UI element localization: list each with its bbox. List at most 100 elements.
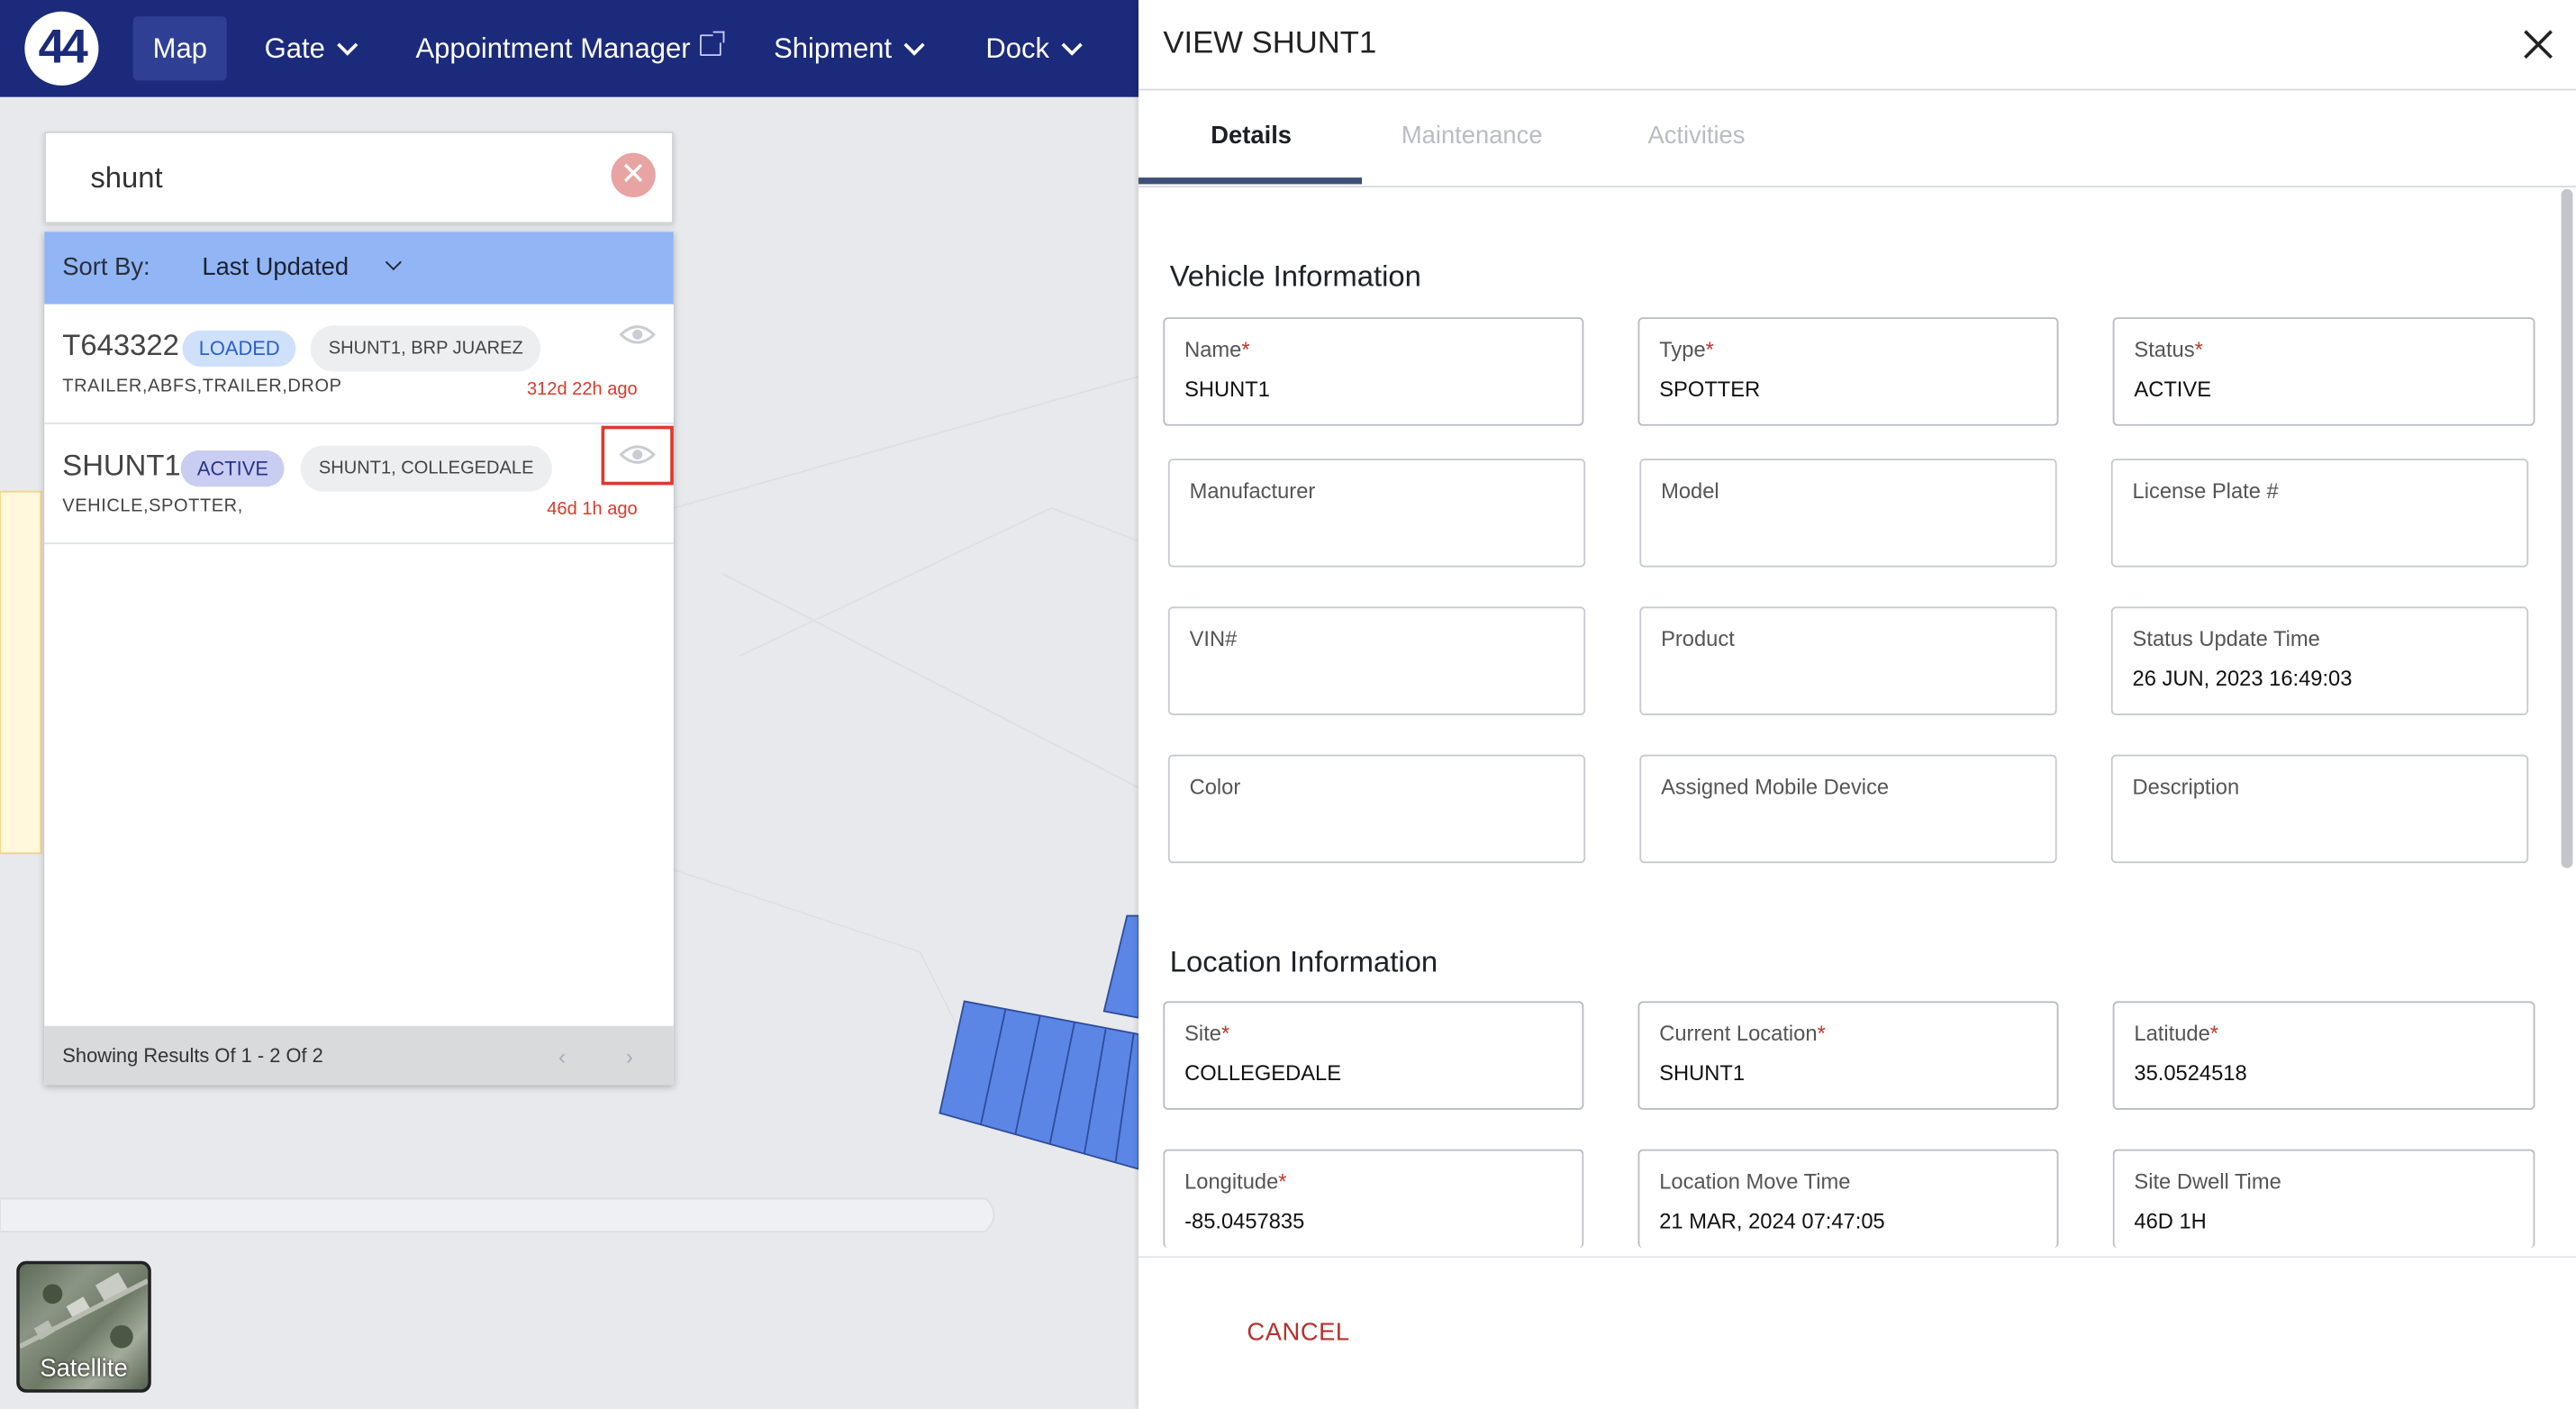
tab-maintenance[interactable]: Maintenance <box>1401 122 1543 150</box>
result-row[interactable]: SHUNT1 ACTIVE SHUNT1, COLLEGEDALE VEHICL… <box>44 424 674 545</box>
next-page-button[interactable]: › <box>626 1044 633 1068</box>
divider <box>1138 1256 2576 1259</box>
sort-bar: Sort By: Last Updated <box>44 232 674 305</box>
satellite-label: Satellite <box>40 1354 128 1383</box>
close-icon: ✕ <box>620 158 647 193</box>
description-field[interactable]: Description <box>2110 754 2529 864</box>
tab-activities[interactable]: Activities <box>1647 122 1745 150</box>
status-field[interactable]: Status* ACTIVE <box>2112 317 2535 426</box>
color-field[interactable]: Color <box>1167 754 1586 864</box>
result-row[interactable]: T643322 LOADED SHUNT1, BRP JUAREZ TRAILE… <box>44 305 674 424</box>
close-icon[interactable] <box>2520 26 2556 62</box>
result-tags: TRAILER,ABFS,TRAILER,DROP <box>62 376 342 396</box>
field-label: Status* <box>2134 337 2203 362</box>
nav-shipment[interactable]: Shipment <box>774 16 925 80</box>
assigned-mobile-device-field[interactable]: Assigned Mobile Device <box>1639 754 2057 864</box>
nav-shipment-label: Shipment <box>774 32 893 65</box>
prev-page-button[interactable]: ‹ <box>558 1044 566 1068</box>
status-badge: LOADED <box>182 330 296 367</box>
field-label: Longitude* <box>1184 1168 1287 1194</box>
tab-details[interactable]: Details <box>1211 122 1292 150</box>
field-value[interactable]: 26 JUN, 2023 16:49:03 <box>2133 666 2353 690</box>
field-value[interactable]: SHUNT1 <box>1659 1060 1745 1085</box>
nav-dock-label: Dock <box>985 32 1050 65</box>
type-field[interactable]: Type* SPOTTER <box>1637 317 2059 426</box>
cancel-button[interactable]: CANCEL <box>1247 1319 1349 1347</box>
nav-dock[interactable]: Dock <box>985 16 1083 80</box>
result-age: 312d 22h ago <box>526 379 638 400</box>
clear-search-button[interactable]: ✕ <box>611 152 656 197</box>
field-value[interactable]: 35.0524518 <box>2134 1060 2246 1085</box>
field-label: Type* <box>1659 337 1714 362</box>
search-query[interactable]: shunt <box>90 161 162 195</box>
field-value[interactable]: SHUNT1 <box>1184 377 1270 401</box>
manufacturer-field[interactable]: Manufacturer <box>1167 459 1586 568</box>
field-value[interactable]: ACTIVE <box>2134 377 2211 401</box>
model-field[interactable]: Model <box>1639 459 2057 568</box>
field-label: Site* <box>1184 1021 1230 1046</box>
field-label: Manufacturer <box>1189 478 1316 504</box>
field-label: Latitude* <box>2134 1021 2218 1046</box>
chevron-down-icon <box>336 34 358 56</box>
eye-icon[interactable] <box>619 442 656 467</box>
result-tags: VEHICLE,SPOTTER, <box>62 496 243 517</box>
field-label: Site Dwell Time <box>2134 1168 2281 1194</box>
chevron-down-icon <box>903 34 925 56</box>
field-value[interactable]: -85.0457835 <box>1184 1208 1304 1232</box>
nav-gate-label: Gate <box>264 32 325 65</box>
satellite-toggle[interactable]: Satellite <box>16 1260 151 1393</box>
status-badge: ACTIVE <box>180 450 286 487</box>
product-field[interactable]: Product <box>1639 606 2057 715</box>
nav-appointment-manager[interactable]: Appointment Manager <box>415 16 725 80</box>
nav-map[interactable]: Map <box>132 16 227 81</box>
sort-dropdown[interactable]: Last Updated <box>202 253 349 281</box>
field-label: Model <box>1661 478 1719 504</box>
nav-map-label: Map <box>152 32 207 65</box>
result-code: SHUNT1 <box>62 449 181 482</box>
search-input[interactable]: shunt ✕ <box>44 132 674 224</box>
license-plate-field[interactable]: License Plate # <box>2110 459 2529 568</box>
field-value[interactable]: 46D 1H <box>2134 1208 2206 1232</box>
tab-indicator <box>1138 177 1363 185</box>
location-move-time-field[interactable]: Location Move Time 21 MAR, 2024 07:47:05 <box>1637 1149 2059 1249</box>
location-chip: SHUNT1, BRP JUAREZ <box>310 325 541 372</box>
current-location-field[interactable]: Current Location* SHUNT1 <box>1637 1001 2059 1110</box>
site-dwell-time-field[interactable]: Site Dwell Time 46D 1H <box>2112 1149 2535 1249</box>
field-value[interactable]: 21 MAR, 2024 07:47:05 <box>1659 1208 1884 1232</box>
app-logo[interactable]: 44 <box>24 11 99 86</box>
chevron-down-icon[interactable] <box>385 254 402 271</box>
name-field[interactable]: Name* SHUNT1 <box>1163 317 1584 426</box>
sort-label: Sort By: <box>62 253 150 282</box>
external-link-icon <box>700 31 725 57</box>
result-code: T643322 <box>62 329 179 362</box>
site-field[interactable]: Site* COLLEGEDALE <box>1163 1001 1584 1110</box>
section-heading: Vehicle Information <box>1169 259 1421 293</box>
field-label: Color <box>1189 774 1241 799</box>
nav-gate[interactable]: Gate <box>264 16 358 80</box>
field-label: Location Move Time <box>1659 1168 1851 1194</box>
scrollbar[interactable] <box>2561 188 2573 868</box>
field-label: Status Update Time <box>2132 626 2320 651</box>
results-panel: Sort By: Last Updated T643322 LOADED SHU… <box>44 232 674 1086</box>
drawer-title: VIEW SHUNT1 <box>1163 26 1377 61</box>
location-chip: SHUNT1, COLLEGEDALE <box>300 445 552 492</box>
field-value[interactable]: SPOTTER <box>1659 377 1760 401</box>
top-nav-bar: 44 Map Gate Appointment Manager Shipment… <box>0 0 1139 97</box>
view-drawer: VIEW SHUNT1 Details Maintenance Activiti… <box>1138 0 2576 1409</box>
longitude-field[interactable]: Longitude* -85.0457835 <box>1163 1149 1584 1249</box>
vin-field[interactable]: VIN# <box>1167 606 1586 715</box>
section-heading: Location Information <box>1169 945 1438 978</box>
field-label: Current Location* <box>1659 1021 1826 1046</box>
pagination-text: Showing Results Of 1 - 2 Of 2 <box>62 1043 323 1068</box>
nav-appointment-label: Appointment Manager <box>415 32 691 65</box>
field-value[interactable]: COLLEGEDALE <box>1184 1060 1341 1085</box>
field-label: Description <box>2132 774 2240 799</box>
field-label: Assigned Mobile Device <box>1661 774 1890 799</box>
field-label: VIN# <box>1189 626 1238 651</box>
field-label: Product <box>1661 626 1735 651</box>
latitude-field[interactable]: Latitude* 35.0524518 <box>2112 1001 2535 1110</box>
eye-icon[interactable] <box>619 323 656 347</box>
status-update-time-field[interactable]: Status Update Time 26 JUN, 2023 16:49:03 <box>2110 606 2529 715</box>
chevron-down-icon <box>1061 34 1083 56</box>
field-label: Name* <box>1184 337 1250 362</box>
